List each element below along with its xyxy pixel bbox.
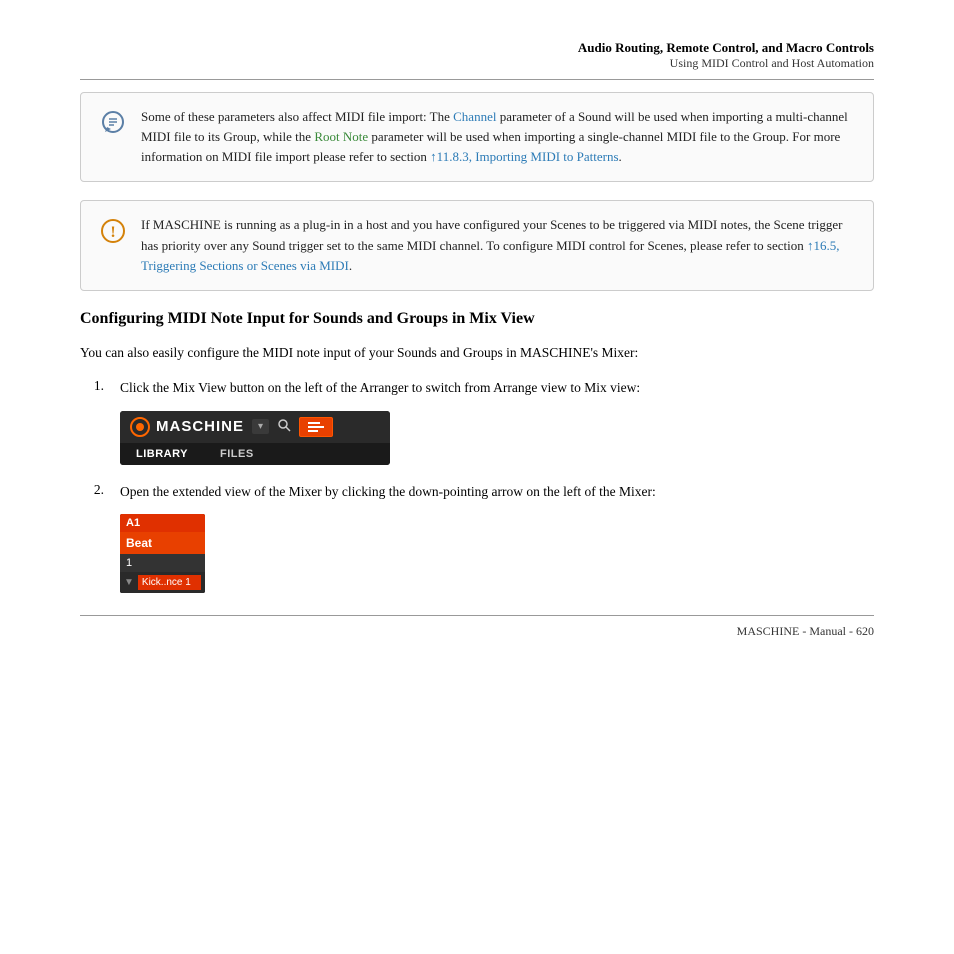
step-1-number: 1. [80,377,104,394]
maschine-logo-text: MASCHINE [156,418,244,435]
info-box-1-text: Some of these parameters also affect MID… [141,107,857,167]
root-note-link[interactable]: Root Note [314,129,368,144]
step-2-number: 2. [80,481,104,498]
info-box-warning: ! If MASCHINE is running as a plug-in in… [80,200,874,290]
section-heading: Configuring MIDI Note Input for Sounds a… [80,309,874,330]
triggering-sections-link[interactable]: ↑16.5, Triggering Sections or Scenes via… [141,238,839,273]
mixer-arrow-icon: ▼ [124,577,134,588]
page-container: Audio Routing, Remote Control, and Macro… [0,0,954,669]
files-tab[interactable]: FILES [204,443,270,465]
info-box-channel: Some of these parameters also affect MID… [80,92,874,182]
step-2: 2. Open the extended view of the Mixer b… [80,481,874,594]
mix-icon [308,422,324,432]
steps-list: 1. Click the Mix View button on the left… [80,377,874,593]
maschine-ui-screenshot: MASCHINE ▾ [120,411,390,465]
channel-link[interactable]: Channel [453,109,496,124]
maschine-dropdown-button[interactable]: ▾ [252,419,269,434]
chat-icon [97,107,129,139]
info-box-2-text: If MASCHINE is running as a plug-in in a… [141,215,857,275]
mixer-pattern-number: 1 [120,554,205,572]
page-footer: MASCHINE - Manual - 620 [80,615,874,639]
warning-icon: ! [97,215,129,247]
maschine-logo-icon [130,417,150,437]
maschine-top-bar: MASCHINE ▾ [120,411,390,443]
step-2-text: Open the extended view of the Mixer by c… [120,481,874,503]
header-title: Audio Routing, Remote Control, and Macro… [80,40,874,56]
page-header: Audio Routing, Remote Control, and Macro… [80,40,874,80]
mix-view-button[interactable] [299,417,333,437]
step-2-content: Open the extended view of the Mixer by c… [120,481,874,594]
mixer-sound-row: ▼ Kick..nce 1 [120,572,205,593]
header-subtitle: Using MIDI Control and Host Automation [80,56,874,71]
importing-midi-link[interactable]: ↑11.8.3, Importing MIDI to Patterns [430,149,618,164]
body-text: You can also easily configure the MIDI n… [80,342,874,364]
maschine-logo: MASCHINE [130,417,244,437]
mixer-group-header: A1 [120,514,205,532]
mixer-group-name: Beat [120,532,205,554]
step-1-content: Click the Mix View button on the left of… [120,377,874,465]
maschine-tabs: LIBRARY FILES [120,443,390,465]
step-1: 1. Click the Mix View button on the left… [80,377,874,465]
mixer-panel-screenshot: A1 Beat 1 ▼ Kick..nce 1 [120,514,205,593]
library-tab[interactable]: LIBRARY [120,443,204,465]
svg-text:!: ! [110,224,115,241]
mixer-sound-name: Kick..nce 1 [138,575,201,590]
step-1-text: Click the Mix View button on the left of… [120,377,874,399]
maschine-search-button[interactable] [277,418,291,435]
footer-page-number: MASCHINE - Manual - 620 [737,624,874,639]
